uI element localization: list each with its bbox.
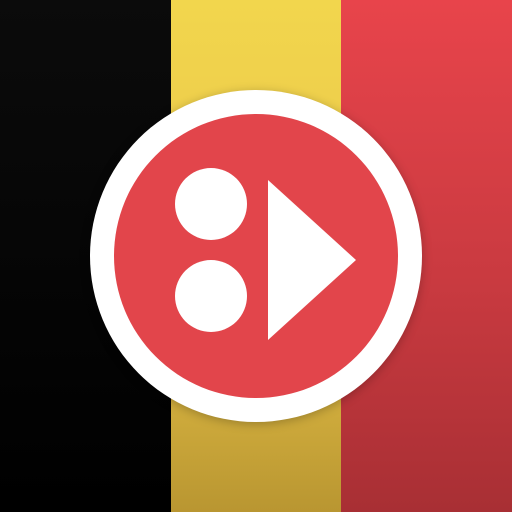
play-icon <box>268 180 356 340</box>
logo-dot-bottom <box>175 260 247 332</box>
two-dots-play-icon <box>175 168 356 340</box>
logo-dot-top <box>175 168 247 240</box>
app-icon[interactable] <box>0 0 512 512</box>
